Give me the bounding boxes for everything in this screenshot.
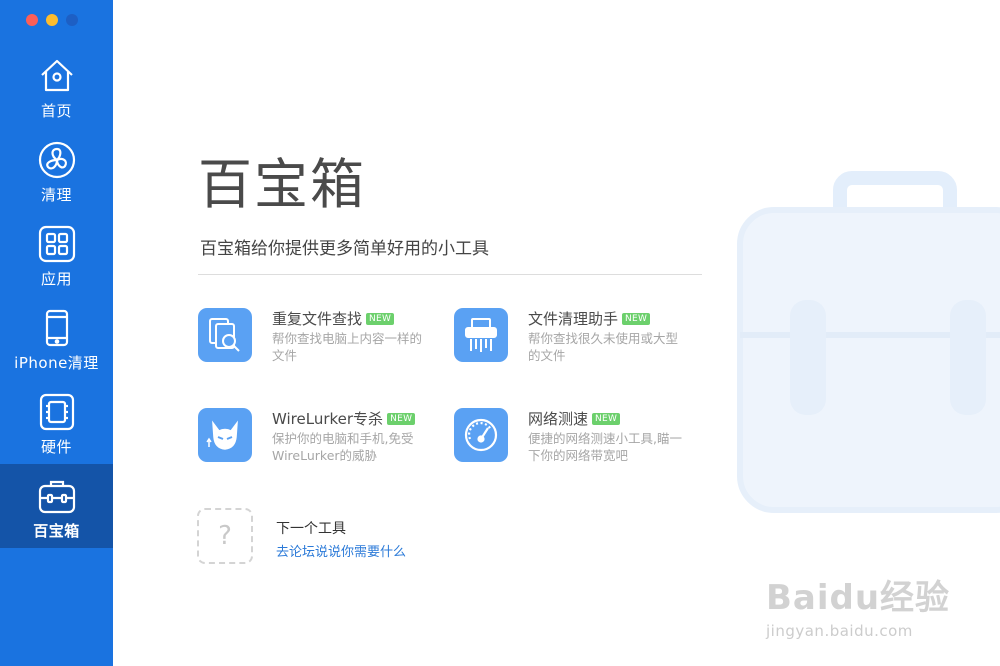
sidebar-item-label: 清理 bbox=[40, 186, 72, 204]
tool-description: 便捷的网络测速小工具,瞄一 下你的网络带宽吧 bbox=[528, 430, 698, 464]
tool-description-line: 保护你的电脑和手机,免受 bbox=[272, 431, 414, 446]
tool-file-cleaner[interactable]: 文件清理助手 NEW 帮你查找很久未使用或大型 的文件 bbox=[454, 308, 694, 372]
tool-description-line: 文件 bbox=[272, 348, 298, 363]
sidebar: 首页 清理 应用 iPhone清理 硬件 百宝箱 bbox=[0, 0, 113, 666]
briefcase-background-icon bbox=[730, 170, 1000, 520]
window-controls bbox=[26, 14, 78, 26]
tool-description: 保护你的电脑和手机,免受 WireLurker的威胁 bbox=[272, 430, 442, 464]
tool-network-speed[interactable]: 网络测速 NEW 便捷的网络测速小工具,瞄一 下你的网络带宽吧 bbox=[454, 408, 694, 472]
sidebar-item-label: 硬件 bbox=[40, 438, 72, 456]
shredder-icon bbox=[454, 308, 508, 362]
forum-feedback-link[interactable]: 去论坛说说你需要什么 bbox=[276, 541, 406, 560]
tool-description-line: WireLurker的威胁 bbox=[272, 448, 378, 463]
new-badge: NEW bbox=[366, 313, 395, 325]
sidebar-item-label: 应用 bbox=[40, 270, 72, 288]
house-icon bbox=[37, 56, 77, 96]
next-tool: ? 下一个工具 去论坛说说你需要什么 bbox=[197, 508, 497, 566]
sidebar-item-label: 首页 bbox=[40, 102, 72, 120]
close-window-button[interactable] bbox=[26, 14, 38, 26]
new-badge: NEW bbox=[592, 413, 621, 425]
baidu-jingyan-watermark: Baidu经验 bbox=[766, 578, 951, 618]
new-badge: NEW bbox=[387, 413, 416, 425]
tool-name: 文件清理助手 bbox=[528, 310, 619, 328]
question-mark-icon: ? bbox=[197, 508, 253, 564]
tool-duplicate-finder[interactable]: 重复文件查找 NEW 帮你查找电脑上内容一样的 文件 bbox=[198, 308, 438, 372]
sidebar-item-clean[interactable]: 清理 bbox=[0, 128, 113, 212]
tool-name: 重复文件查找 bbox=[272, 310, 363, 328]
tool-description: 帮你查找电脑上内容一样的 文件 bbox=[272, 330, 442, 364]
sidebar-item-label: 百宝箱 bbox=[33, 522, 80, 540]
sidebar-item-toolbox[interactable]: 百宝箱 bbox=[0, 464, 113, 548]
next-tool-title: 下一个工具 bbox=[276, 521, 346, 537]
zoom-window-button[interactable] bbox=[66, 14, 78, 26]
tool-description-line: 的文件 bbox=[528, 348, 566, 363]
fan-icon bbox=[37, 140, 77, 180]
tool-description: 帮你查找很久未使用或大型 的文件 bbox=[528, 330, 698, 364]
tool-description-line: 便捷的网络测速小工具,瞄一 bbox=[528, 431, 682, 446]
tool-description-line: 帮你查找电脑上内容一样的 bbox=[272, 331, 423, 346]
phone-icon bbox=[37, 308, 77, 348]
tool-name: WireLurker专杀 bbox=[272, 410, 384, 428]
sidebar-item-apps[interactable]: 应用 bbox=[0, 212, 113, 296]
watermark-url: jingyan.baidu.com bbox=[766, 622, 913, 640]
duplicate-file-search-icon bbox=[198, 308, 252, 362]
tool-description-line: 下你的网络带宽吧 bbox=[528, 448, 629, 463]
tool-name: 网络测速 bbox=[528, 410, 589, 428]
sidebar-item-label: iPhone清理 bbox=[14, 354, 99, 372]
tool-wirelurker-killer[interactable]: WireLurker专杀 NEW 保护你的电脑和手机,免受 WireLurker的… bbox=[198, 408, 438, 472]
speedometer-icon bbox=[454, 408, 508, 462]
sidebar-item-home[interactable]: 首页 bbox=[0, 44, 113, 128]
apps-grid-icon bbox=[37, 224, 77, 264]
minimize-window-button[interactable] bbox=[46, 14, 58, 26]
page-title: 百宝箱 bbox=[198, 153, 366, 216]
toolbox-icon bbox=[37, 476, 77, 516]
chip-icon bbox=[37, 392, 77, 432]
divider bbox=[198, 274, 702, 275]
page-subtitle: 百宝箱给你提供更多简单好用的小工具 bbox=[200, 239, 489, 259]
new-badge: NEW bbox=[622, 313, 651, 325]
sidebar-item-hardware[interactable]: 硬件 bbox=[0, 380, 113, 464]
devil-cat-icon bbox=[198, 408, 252, 462]
tool-description-line: 帮你查找很久未使用或大型 bbox=[528, 331, 679, 346]
sidebar-item-iphone-clean[interactable]: iPhone清理 bbox=[0, 296, 113, 380]
